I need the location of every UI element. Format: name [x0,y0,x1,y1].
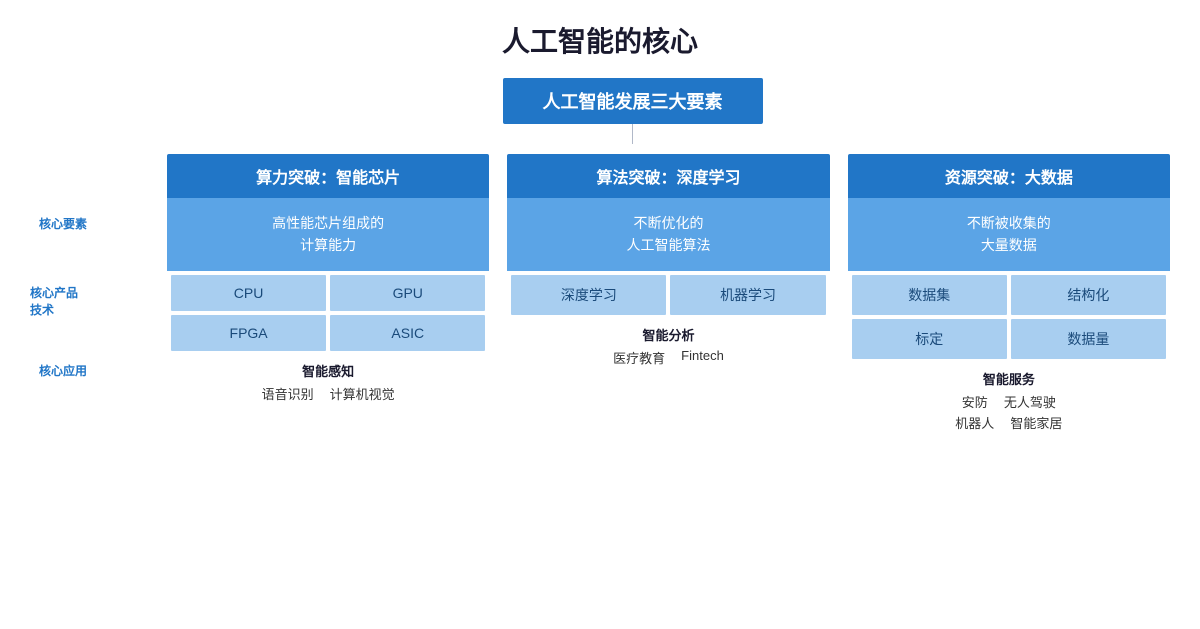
col-data-app-items: 安防 无人驾驶 机器人 智能家居 [848,390,1170,436]
col-algorithm: 算法突破：深度学习 不断优化的人工智能算法 深度学习 机器学习 智能分析 医疗教… [507,154,829,436]
row-labels: 核心要素 核心产品技术 核心应用 [30,154,95,436]
col-data-desc: 不断被收集的大量数据 [848,198,1170,271]
col-data-tech: 数据集 结构化 标定 数据量 [848,271,1170,363]
tech-data-volume: 数据量 [1011,319,1166,359]
columns-wrapper: 算力突破：智能芯片 高性能芯片组成的计算能力 CPU GPU FPGA ASIC… [167,154,1170,436]
col-algorithm-tech: 深度学习 机器学习 [507,271,829,319]
label-core-elements: 核心要素 [30,200,95,246]
col-algorithm-header: 算法突破：深度学习 [507,154,829,198]
col-computing-tech: CPU GPU FPGA ASIC [167,271,489,355]
col-computing-header: 算力突破：智能芯片 [167,154,489,198]
col-data-header: 资源突破：大数据 [848,154,1170,198]
tech-machine-learning: 机器学习 [670,275,825,315]
col-computing: 算力突破：智能芯片 高性能芯片组成的计算能力 CPU GPU FPGA ASIC… [167,154,489,436]
col-algorithm-desc: 不断优化的人工智能算法 [507,198,829,271]
page: 人工智能的核心 人工智能发展三大要素 核心要素 核心产品技术 核心应用 [0,0,1200,629]
label-core-apps: 核心应用 [30,356,95,426]
main-layout: 核心要素 核心产品技术 核心应用 算力突破：智能芯片 高性能芯片组成的计算能力 … [30,154,1170,436]
col-computing-desc: 高性能芯片组成的计算能力 [167,198,489,271]
tech-dataset: 数据集 [852,275,1007,315]
tech-asic: ASIC [330,315,485,351]
top-banner: 人工智能发展三大要素 [503,78,763,124]
tech-structured: 结构化 [1011,275,1166,315]
col-algorithm-app-items: 医疗教育 Fintech [507,346,829,371]
label-core-products: 核心产品技术 [30,246,95,356]
col-data-app-title: 智能服务 [848,363,1170,390]
col-algorithm-app-title: 智能分析 [507,319,829,346]
col-computing-app-title: 智能感知 [167,355,489,382]
tech-gpu: GPU [330,275,485,311]
tech-cpu: CPU [171,275,326,311]
col-computing-app-items: 语音识别 计算机视觉 [167,382,489,407]
tech-labeling: 标定 [852,319,1007,359]
col-data: 资源突破：大数据 不断被收集的大量数据 数据集 结构化 标定 数据量 智能服务 … [848,154,1170,436]
page-title: 人工智能的核心 [30,20,1170,60]
tech-deep-learning: 深度学习 [511,275,666,315]
tech-fpga: FPGA [171,315,326,351]
